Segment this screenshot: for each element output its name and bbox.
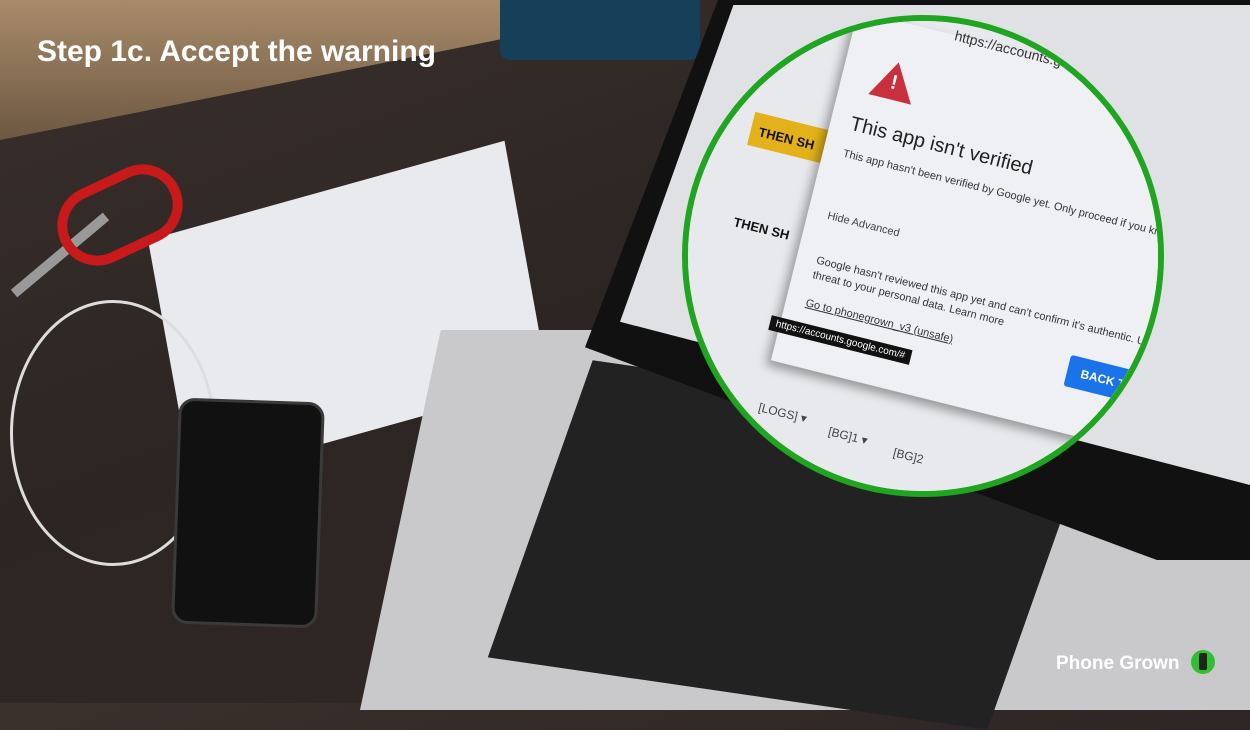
sheet-tab-label: [BG]1 bbox=[826, 424, 861, 446]
smartphone bbox=[171, 397, 325, 629]
magnified-callout: THEN SH THEN SH [LOGS] ▾ [BG]1 ▾ [BG]2 h… bbox=[682, 15, 1164, 497]
phone-recycle-logo-icon bbox=[1191, 650, 1215, 674]
warning-icon: ! bbox=[868, 57, 921, 105]
slide-heading: Step 1c. Accept the warning bbox=[37, 35, 436, 68]
chair bbox=[500, 0, 700, 60]
sheet-tab[interactable]: [LOGS] ▾ bbox=[757, 400, 808, 426]
sheet-tab-label: [LOGS] bbox=[757, 400, 800, 424]
sheet-tab[interactable]: [BG]2 bbox=[892, 445, 925, 466]
brand-name: Phone Grown bbox=[1056, 653, 1180, 674]
sheet-tab[interactable]: [BG]1 ▾ bbox=[827, 424, 869, 447]
hide-advanced-link[interactable]: Hide Advanced bbox=[826, 210, 901, 240]
sheet-tab-label: [BG]2 bbox=[891, 445, 925, 467]
sheet-cell: THEN SH bbox=[732, 214, 792, 243]
